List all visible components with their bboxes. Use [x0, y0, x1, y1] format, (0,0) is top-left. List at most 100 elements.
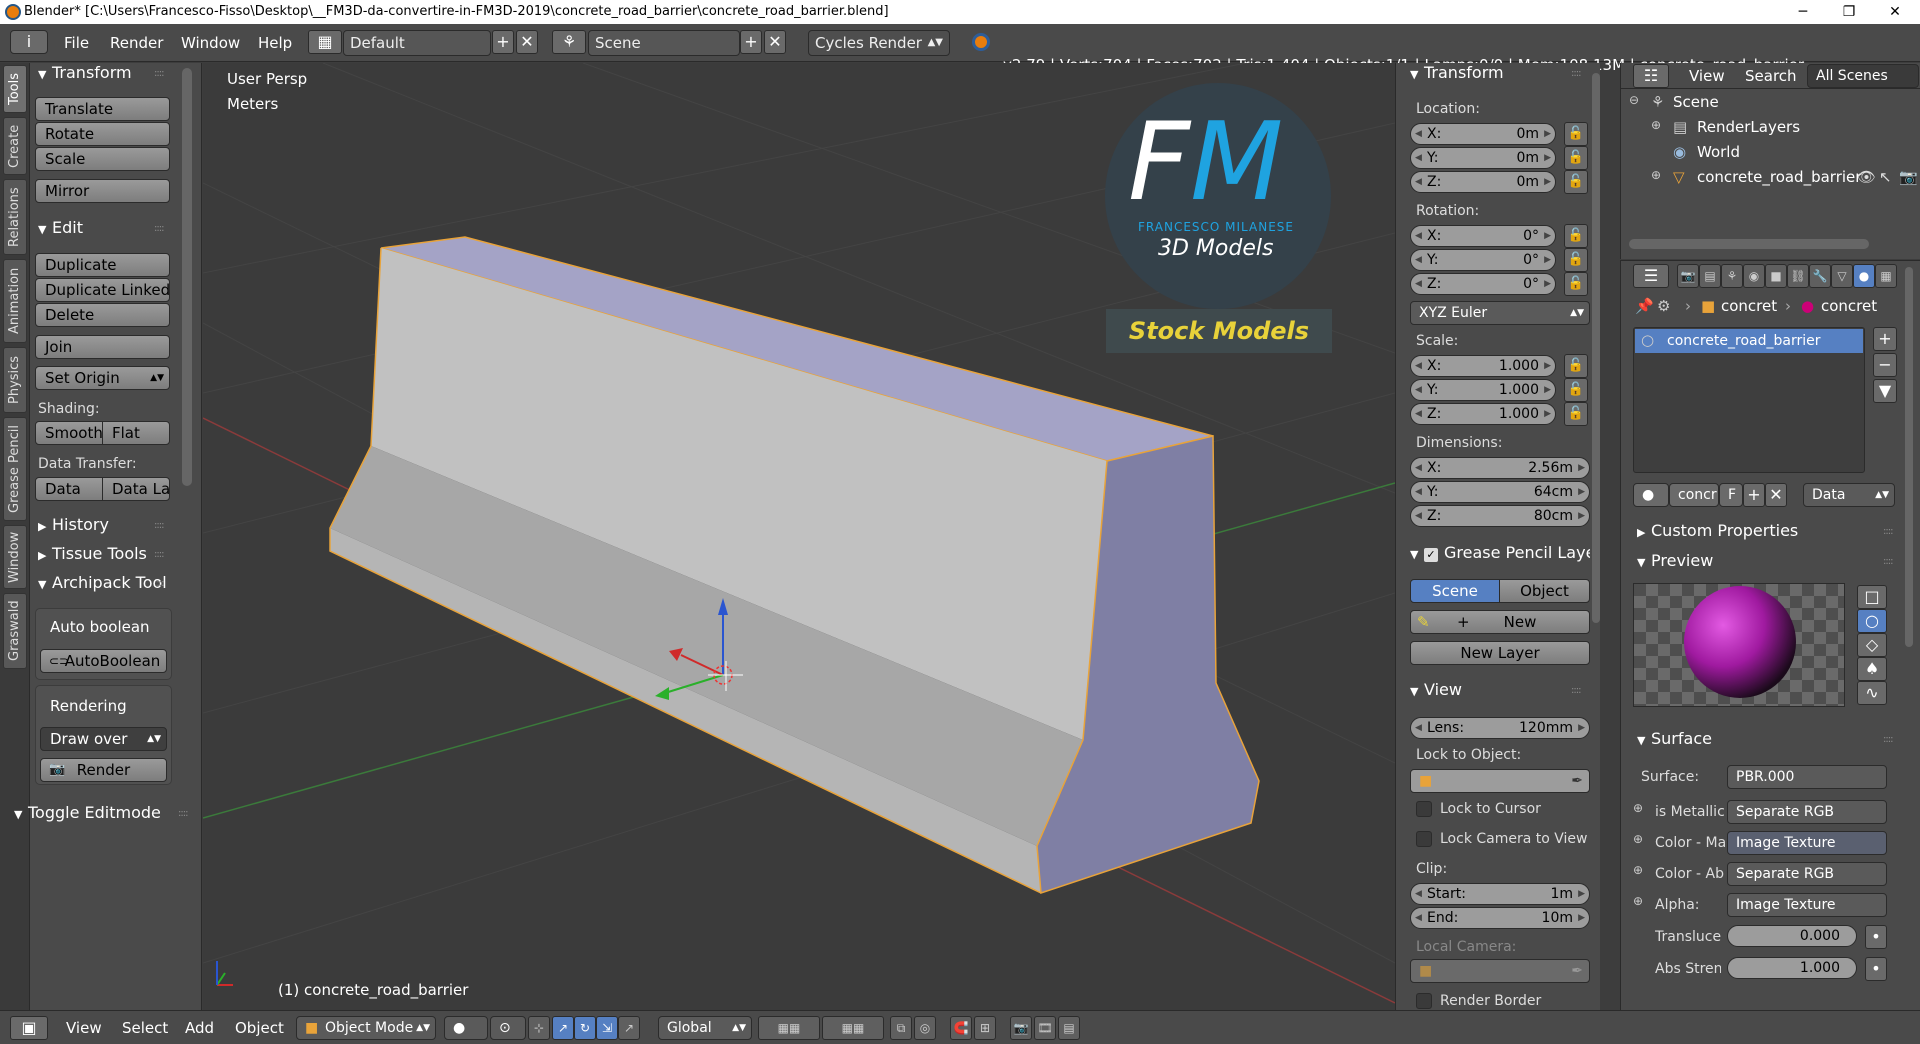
- outliner-item-renderlayers[interactable]: RenderLayers: [1697, 118, 1800, 136]
- render-animation-icon[interactable]: 🎞: [1034, 1016, 1056, 1040]
- object-context-icon[interactable]: ■: [1765, 264, 1787, 288]
- rotation-mode-select[interactable]: XYZ Euler ▲▼: [1410, 301, 1590, 325]
- pin-icon[interactable]: 📌: [1635, 297, 1654, 315]
- expand-icon[interactable]: ⊕: [1633, 894, 1643, 908]
- scale-z-field[interactable]: ◀ Z: 1.000 ▶: [1410, 403, 1556, 425]
- manipulator-space-icon[interactable]: ↗: [618, 1016, 640, 1040]
- color-ab-node-select[interactable]: Separate RGB: [1727, 862, 1887, 886]
- scene-layers-grid-1[interactable]: ▦▦: [758, 1016, 820, 1040]
- history-panel-header[interactable]: ▶ History: [38, 515, 109, 534]
- editor-type-3d-icon[interactable]: ▣: [10, 1016, 48, 1040]
- eyedropper-icon[interactable]: ✒: [1571, 960, 1583, 982]
- checkbox-checked-icon[interactable]: ✓: [1424, 548, 1438, 562]
- abs-strength-field[interactable]: 1.000: [1727, 957, 1857, 979]
- preview-cube-icon[interactable]: ◇: [1857, 633, 1887, 657]
- delete-button[interactable]: Delete: [35, 303, 170, 327]
- outliner-item-scene[interactable]: Scene: [1673, 93, 1719, 111]
- panel-grip-icon[interactable]: ::::: [154, 578, 165, 589]
- panel-grip-icon[interactable]: ::::: [178, 808, 189, 819]
- duplicate-linked-button[interactable]: Duplicate Linked: [35, 278, 170, 302]
- slot-specials-icon[interactable]: ▼: [1873, 379, 1897, 403]
- outliner-search-menu[interactable]: Search: [1745, 67, 1797, 85]
- expand-icon[interactable]: ⊕: [1633, 801, 1643, 815]
- smooth-button[interactable]: Smooth: [35, 421, 103, 445]
- scene-layers-grid-2[interactable]: ▦▦: [822, 1016, 884, 1040]
- new-layer-button[interactable]: New Layer: [1410, 641, 1590, 665]
- add-layout-icon[interactable]: +: [492, 30, 514, 54]
- local-camera-field[interactable]: ■ ✒: [1410, 959, 1590, 983]
- tab-physics[interactable]: Physics: [3, 347, 27, 413]
- panel-grip-icon[interactable]: ::::: [154, 223, 165, 234]
- pivot-point-select[interactable]: ⊙: [490, 1016, 526, 1040]
- render-button[interactable]: 📷 Render: [40, 758, 167, 782]
- render-engine-select[interactable]: Cycles Render ▲▼: [808, 30, 950, 56]
- tab-tools[interactable]: Tools: [3, 65, 27, 113]
- lens-field[interactable]: ◀ Lens: 120mm ▶: [1410, 717, 1590, 739]
- tab-relations[interactable]: Relations: [3, 179, 27, 255]
- draw-over-dropdown[interactable]: Draw over ▲▼: [40, 727, 167, 751]
- scene-context-icon[interactable]: ⚘: [1721, 264, 1743, 288]
- clip-start-field[interactable]: ◀ Start: 1m ▶: [1410, 883, 1590, 905]
- properties-scrollbar[interactable]: [1905, 267, 1913, 647]
- material-link-select[interactable]: Data ▲▼: [1803, 483, 1895, 507]
- preview-monkey-icon[interactable]: ♠: [1857, 657, 1887, 681]
- archipack-panel-header[interactable]: ▼ Archipack Tools: [38, 573, 166, 592]
- lock-icon[interactable]: 🔓: [1564, 122, 1588, 146]
- material-slot-item[interactable]: concrete_road_barrier: [1635, 329, 1863, 353]
- rotation-x-field[interactable]: ◀ X: 0° ▶: [1410, 225, 1556, 247]
- screen-layout-field[interactable]: Default: [343, 30, 491, 56]
- flat-button[interactable]: Flat: [102, 421, 170, 445]
- surface-shader-select[interactable]: PBR.000: [1727, 765, 1887, 789]
- manipulator-toggle-icon[interactable]: ⊹: [528, 1016, 550, 1040]
- set-origin-dropdown[interactable]: Set Origin ▲▼: [35, 366, 170, 390]
- maximize-icon[interactable]: ❐: [1826, 0, 1872, 24]
- new-material-icon[interactable]: +: [1743, 483, 1765, 507]
- texture-context-icon[interactable]: ▦: [1875, 264, 1897, 288]
- npanel-transform-header[interactable]: ▼ Transform: [1410, 63, 1504, 82]
- lock-object-field[interactable]: ■ ✒: [1410, 769, 1590, 793]
- lock-icon[interactable]: 🔓: [1564, 248, 1588, 272]
- world-context-icon[interactable]: ◉: [1743, 264, 1765, 288]
- material-name-field[interactable]: concr: [1669, 483, 1719, 507]
- viewport-shading-select[interactable]: ●: [444, 1016, 488, 1040]
- lock-icon[interactable]: 🔓: [1564, 402, 1588, 426]
- snap-element-icon[interactable]: ⊞: [974, 1016, 996, 1040]
- render-extra-icon[interactable]: ▤: [1058, 1016, 1080, 1040]
- menu-object[interactable]: Object: [235, 1019, 284, 1037]
- tab-create[interactable]: Create: [3, 117, 27, 175]
- scene-icon[interactable]: ⚘: [552, 30, 586, 54]
- expand-icon[interactable]: ⊕: [1633, 832, 1643, 846]
- translate-manipulator-icon[interactable]: ↗: [552, 1016, 574, 1040]
- custom-properties-header[interactable]: ▶ Custom Properties: [1637, 521, 1798, 540]
- menu-select[interactable]: Select: [122, 1019, 168, 1037]
- location-z-field[interactable]: ◀ Z: 0m ▶: [1410, 171, 1556, 193]
- panel-grip-icon[interactable]: ::::: [1883, 556, 1894, 567]
- scale-x-field[interactable]: ◀ X: 1.000 ▶: [1410, 355, 1556, 377]
- outliner-item-concrete-road-barrier[interactable]: concrete_road_barrier: [1697, 168, 1861, 186]
- eyedropper-icon[interactable]: ✒: [1571, 770, 1583, 792]
- preview-hair-icon[interactable]: ∿: [1857, 681, 1887, 705]
- link-socket-icon[interactable]: •: [1865, 925, 1887, 949]
- unlink-material-icon[interactable]: ✕: [1765, 483, 1787, 507]
- lock-icon[interactable]: 🔓: [1564, 378, 1588, 402]
- rotation-z-field[interactable]: ◀ Z: 0° ▶: [1410, 273, 1556, 295]
- outliner-item-world[interactable]: World: [1697, 143, 1740, 161]
- proportional-editing-icon[interactable]: ◎: [914, 1016, 936, 1040]
- npanel-scrollbar[interactable]: [1592, 73, 1600, 623]
- rotate-manipulator-icon[interactable]: ↻: [574, 1016, 596, 1040]
- mirror-button[interactable]: Mirror: [35, 179, 170, 203]
- color-ma-node-select[interactable]: Image Texture: [1727, 831, 1887, 855]
- toggle-editmode-header[interactable]: ▼ Toggle Editmode: [14, 803, 161, 822]
- preview-sphere-icon[interactable]: ○: [1857, 609, 1887, 633]
- join-button[interactable]: Join: [35, 335, 170, 359]
- grease-new-button[interactable]: ✎ + New: [1410, 610, 1590, 634]
- transform-panel-header[interactable]: ▼ Transform: [38, 63, 132, 82]
- translucence-field[interactable]: 0.000: [1727, 925, 1857, 947]
- data-context-icon[interactable]: ▽: [1831, 264, 1853, 288]
- remove-scene-icon[interactable]: ✕: [764, 30, 786, 54]
- screen-layout-icon[interactable]: ▦: [308, 30, 342, 54]
- is-metallic-node-select[interactable]: Separate RGB: [1727, 800, 1887, 824]
- material-browse-icon[interactable]: ●: [1633, 483, 1669, 507]
- expand-icon[interactable]: ⊕: [1651, 118, 1661, 132]
- 3d-viewport[interactable]: User Persp Meters (1) concrete_road_barr…: [203, 63, 1395, 1010]
